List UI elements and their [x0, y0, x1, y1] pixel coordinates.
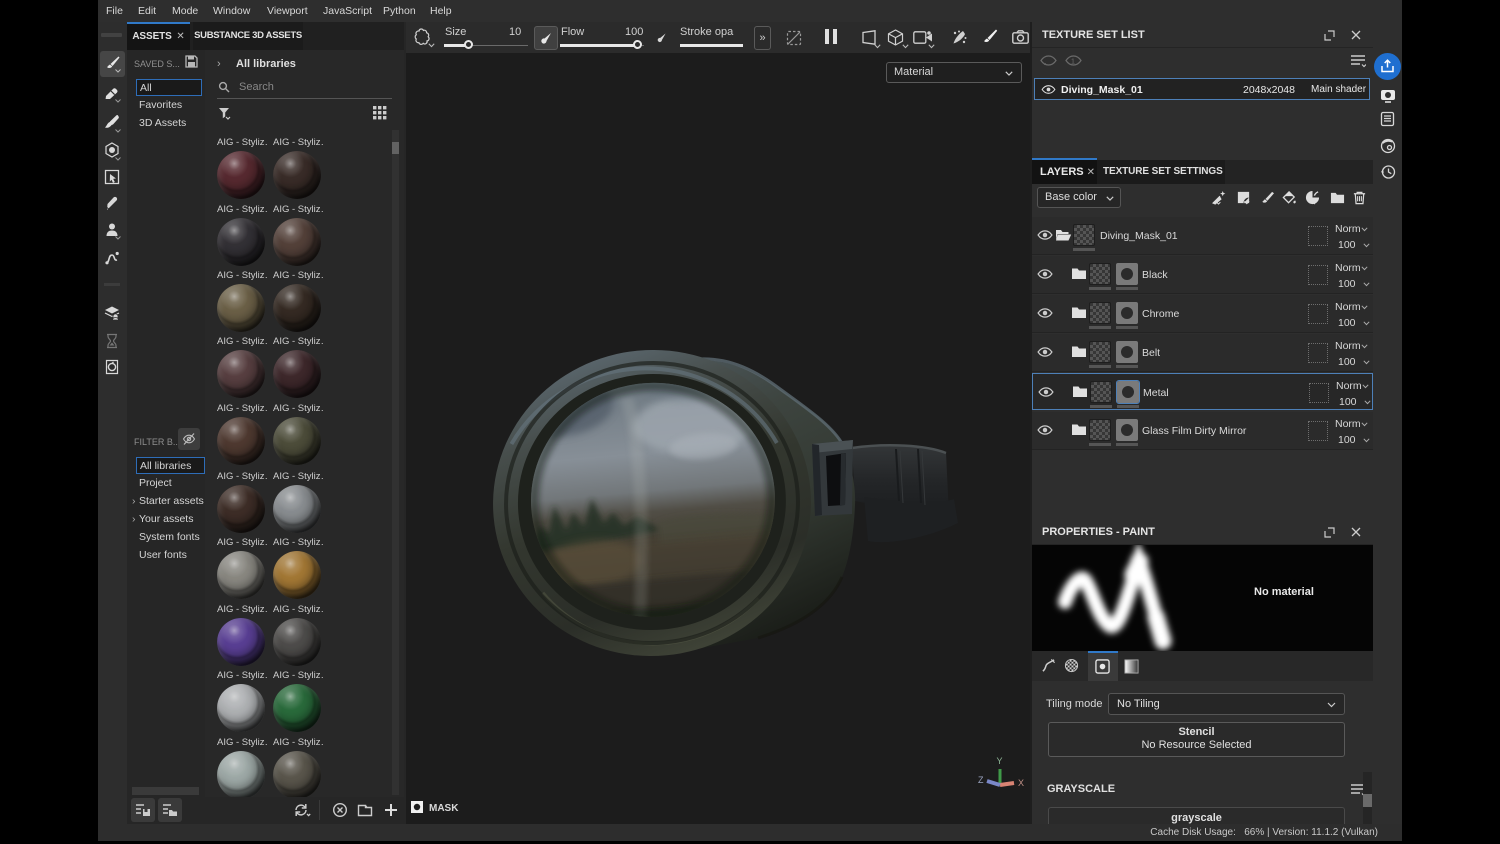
svg-text:Z: Z — [978, 775, 984, 785]
svg-text:MASK: MASK — [429, 803, 459, 814]
svg-text:X: X — [1018, 778, 1024, 788]
svg-text:1: 1 — [1071, 59, 1075, 66]
svg-text:Y: Y — [997, 756, 1003, 766]
